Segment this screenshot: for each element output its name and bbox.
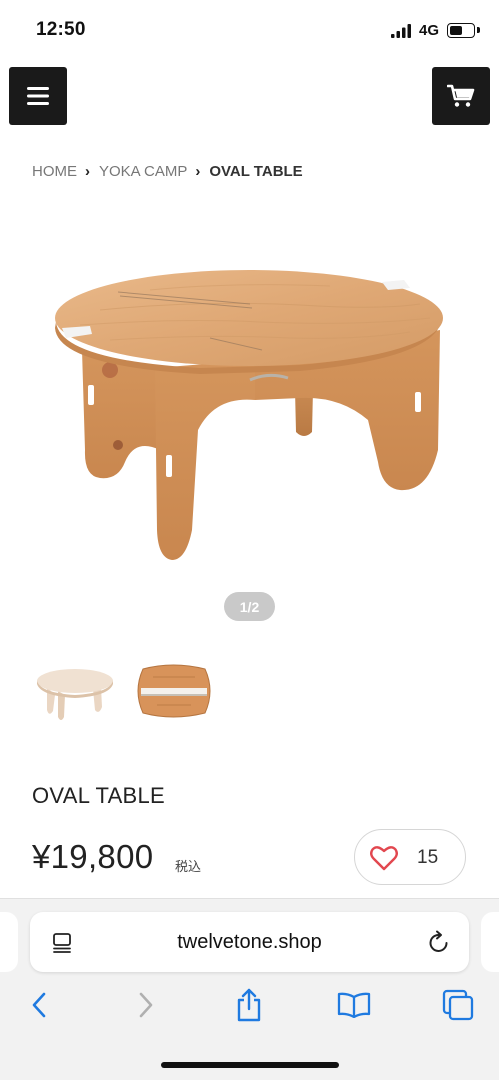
adjacent-tab-left[interactable]: [0, 912, 18, 972]
heart-outline-icon: [370, 846, 398, 871]
home-indicator[interactable]: [161, 1062, 339, 1068]
product-price: ¥19,800: [32, 838, 154, 875]
chevron-right-icon: ›: [195, 163, 201, 180]
tabs-icon: [442, 989, 474, 1021]
breadcrumb-current: OVAL TABLE: [209, 163, 303, 180]
tax-label: 税込: [175, 859, 202, 874]
adjacent-tab-right[interactable]: [481, 912, 499, 972]
breadcrumb: HOME › YOKA CAMP › OVAL TABLE: [32, 163, 303, 180]
breadcrumb-yoka-camp[interactable]: YOKA CAMP: [99, 163, 187, 180]
forward-icon: [139, 992, 153, 1018]
bookmarks-button[interactable]: [336, 988, 372, 1022]
address-bar[interactable]: twelvetone.shop: [30, 912, 469, 972]
thumbnail-flat-packed[interactable]: [133, 655, 215, 727]
share-button[interactable]: [231, 988, 267, 1022]
share-icon: [237, 988, 261, 1022]
forward-button[interactable]: [128, 988, 164, 1022]
chevron-right-icon: ›: [85, 163, 90, 180]
battery-tip: [477, 27, 480, 33]
cart-button[interactable]: [432, 67, 490, 125]
status-time: 12:50: [36, 19, 86, 40]
thumbnail-assembled-table[interactable]: [33, 655, 115, 727]
status-bar: 12:50 4G: [0, 0, 499, 60]
hamburger-menu-icon: [27, 87, 49, 105]
battery-icon: [447, 23, 475, 38]
product-main-image[interactable]: [0, 200, 499, 620]
image-pager: 1/2: [224, 592, 275, 621]
address-url[interactable]: twelvetone.shop: [30, 931, 469, 954]
menu-button[interactable]: [9, 67, 67, 125]
tabs-button[interactable]: [440, 988, 476, 1022]
reload-icon[interactable]: [428, 930, 450, 954]
battery-level: [449, 25, 462, 35]
signal-bars-icon: [391, 24, 411, 38]
favorite-count: 15: [417, 847, 439, 868]
back-button[interactable]: [21, 988, 57, 1022]
product-name: OVAL TABLE: [32, 783, 166, 808]
favorite-button[interactable]: 15: [354, 829, 466, 885]
shopping-cart-icon: [447, 84, 475, 107]
breadcrumb-home[interactable]: HOME: [32, 163, 77, 180]
bookmarks-icon: [337, 992, 371, 1018]
network-type: 4G: [419, 22, 440, 39]
back-icon: [32, 992, 46, 1018]
